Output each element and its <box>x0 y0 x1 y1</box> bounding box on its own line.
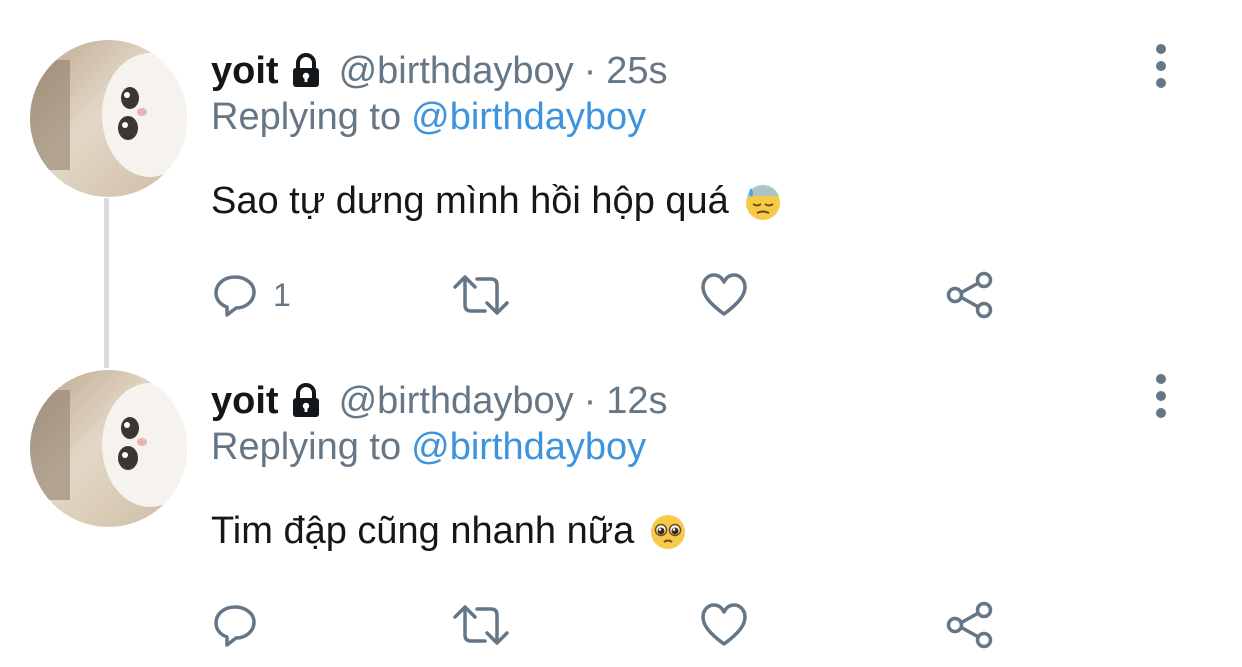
tweet[interactable]: yoit @birthdayboy · 12s Replying to @birt… <box>0 330 1242 660</box>
retweet-icon <box>453 275 509 315</box>
replying-to: Replying to @birthdayboy <box>211 426 646 469</box>
avatar[interactable] <box>30 370 187 527</box>
mention-link[interactable]: @birthdayboy <box>411 426 646 468</box>
lock-icon <box>292 53 319 87</box>
reply-count: 1 <box>273 276 291 313</box>
timestamp[interactable]: 12s <box>606 380 667 423</box>
display-name[interactable]: yoit <box>211 50 279 93</box>
like-button[interactable] <box>699 598 763 652</box>
retweet-button[interactable] <box>451 268 525 322</box>
share-button[interactable] <box>945 268 995 322</box>
reply-button[interactable]: 1 <box>211 268 291 322</box>
avatar[interactable] <box>30 40 187 197</box>
reply-button[interactable] <box>211 598 273 652</box>
reply-icon <box>214 275 256 317</box>
tweet-actions: 1 <box>211 268 1011 322</box>
tweet-header: yoit @birthdayboy · 25s <box>211 46 668 96</box>
display-name[interactable]: yoit <box>211 380 279 423</box>
pleading-face-icon <box>651 514 686 549</box>
separator: · <box>583 379 597 422</box>
heart-icon <box>701 603 747 646</box>
like-button[interactable] <box>699 268 763 322</box>
share-icon <box>946 601 993 649</box>
reply-icon <box>214 605 256 647</box>
downcast-face-with-sweat-icon <box>745 184 780 220</box>
replying-to: Replying to @birthdayboy <box>211 96 646 139</box>
retweet-button[interactable] <box>451 598 525 652</box>
lock-icon <box>292 383 319 417</box>
share-button[interactable] <box>945 598 995 652</box>
replying-prefix: Replying to <box>211 426 402 468</box>
tweet-body: Sao tự dưng mình hồi hộp quá <box>211 180 729 222</box>
share-icon <box>946 271 993 319</box>
replying-prefix: Replying to <box>211 96 402 138</box>
mention-link[interactable]: @birthdayboy <box>411 96 646 138</box>
handle[interactable]: @birthdayboy <box>339 380 574 423</box>
separator: · <box>583 49 597 92</box>
tweet-actions <box>211 598 1011 652</box>
tweet-text: Sao tự dưng mình hồi hộp quá <box>211 180 783 223</box>
heart-icon <box>701 273 747 316</box>
tweet-header: yoit @birthdayboy · 12s <box>211 376 668 426</box>
timestamp[interactable]: 25s <box>606 50 667 93</box>
tweet-text: Tim đập cũng nhanh nữa <box>211 510 688 553</box>
more-options-icon[interactable] <box>1144 374 1178 418</box>
handle[interactable]: @birthdayboy <box>339 50 574 93</box>
tweet-body: Tim đập cũng nhanh nữa <box>211 510 635 552</box>
more-options-icon[interactable] <box>1144 44 1178 88</box>
tweet[interactable]: yoit @birthdayboy · 25s Replying to @birt… <box>0 0 1242 330</box>
retweet-icon <box>453 605 509 645</box>
